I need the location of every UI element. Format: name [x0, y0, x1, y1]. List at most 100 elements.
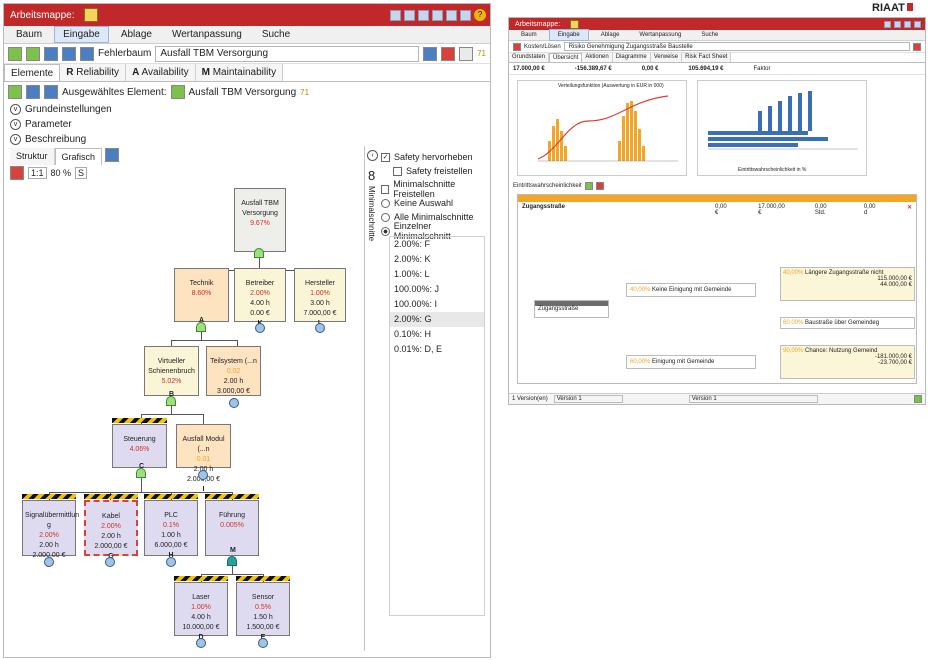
tab-grundstaten[interactable]: Grundstaten: [509, 53, 550, 62]
section-parameter[interactable]: v Parameter: [4, 117, 490, 132]
sensitivity-chart: Eintrittswahrscheinlichkeit in %: [697, 80, 867, 176]
chart-icon[interactable]: [584, 182, 593, 190]
outcome-node[interactable]: 40,00% Längere Zugangsstraße nicht 115.0…: [780, 267, 915, 301]
node-plc[interactable]: PLC 0.1% 1.00 h 6.000,00 € H: [144, 500, 198, 559]
status-bar: 1 Version(en) Version 1 Version 1: [509, 393, 925, 404]
window-btn[interactable]: [884, 20, 891, 28]
and-gate-icon: [227, 556, 237, 566]
safety-freistellen-checkbox[interactable]: Safety freistellen: [365, 164, 487, 178]
node-steuerung[interactable]: Steuerung 4.06%: [112, 424, 167, 468]
menu-wertanpassung[interactable]: Wertanpassung: [631, 30, 689, 40]
tab-grafisch[interactable]: Grafisch: [54, 148, 103, 165]
tree-icon-1[interactable]: [8, 46, 22, 61]
close-btn[interactable]: [460, 9, 471, 21]
delete-icon[interactable]: [441, 46, 456, 61]
node-technik[interactable]: Technik 8.60%: [174, 268, 229, 322]
node-laser[interactable]: Laser 1.00% 4.00 h 10.000,00 € D: [174, 582, 228, 641]
export-icon[interactable]: [105, 148, 120, 162]
node-hersteller[interactable]: Hersteller 1.00% 3.00 h 7.000,00 € L: [294, 268, 346, 327]
tab-elemente[interactable]: Elemente: [4, 64, 61, 81]
list-item[interactable]: 100.00%: I: [390, 297, 484, 312]
section-grundeinstellungen[interactable]: v Grundeinstellungen: [4, 102, 490, 117]
delete-icon[interactable]: [913, 42, 921, 51]
tab-struktur[interactable]: Struktur: [10, 148, 55, 165]
menu-suche[interactable]: Suche: [693, 30, 726, 40]
tab-risk-fact-sheet[interactable]: Risk Fact Sheet: [682, 53, 732, 62]
section-beschreibung[interactable]: v Beschreibung: [4, 132, 490, 147]
workbook-icon[interactable]: [570, 19, 580, 29]
risk-tabs: Grundstaten Übersicht Aktionen Diagramme…: [509, 53, 925, 63]
node-virtueller-schienenbruch[interactable]: Virtueller Schienenbruch 5.02%: [144, 346, 199, 396]
menu-baum[interactable]: Baum: [513, 30, 545, 40]
menu-suche[interactable]: Suche: [254, 27, 298, 42]
window-btn-1[interactable]: [390, 9, 401, 21]
tree-icon-3[interactable]: [44, 46, 58, 61]
close-btn[interactable]: [914, 20, 921, 28]
fehlerbaum-select[interactable]: Ausfall TBM Versorgung: [155, 45, 420, 62]
menu-ablage[interactable]: Ablage: [593, 30, 628, 40]
window-btn[interactable]: [894, 20, 901, 28]
list-item[interactable]: 2.00%: K: [390, 252, 484, 267]
tree-icon-2[interactable]: [26, 46, 40, 61]
zoom-s-btn[interactable]: S: [75, 167, 88, 179]
node-sensor[interactable]: Sensor 0.5% 1.50 h 1.500,00 € E: [236, 582, 290, 641]
tab-verweise[interactable]: Verweise: [650, 53, 683, 62]
tab-aktionen[interactable]: Aktionen: [582, 53, 613, 62]
workbook-icon[interactable]: [84, 8, 99, 22]
info-icon[interactable]: [459, 46, 474, 61]
risk-icon[interactable]: [513, 42, 521, 51]
or-gate-icon: [254, 248, 264, 258]
ereignis-node[interactable]: 40,00% Keine Einigung mit Gemeinde: [626, 283, 756, 297]
root-node[interactable]: Zugangsstraße: [534, 300, 609, 318]
cut-list: 2.00%: F 2.00%: K 1.00%: L 100.00%: J 10…: [389, 236, 485, 616]
tab-availability[interactable]: A Availability: [126, 64, 196, 81]
menu-eingabe[interactable]: Eingabe: [54, 26, 109, 43]
list-item[interactable]: 0.10%: H: [390, 327, 484, 342]
list-item[interactable]: 1.00%: L: [390, 267, 484, 282]
window-btn-2[interactable]: [404, 9, 415, 21]
add-icon[interactable]: [8, 85, 22, 99]
chart-icon[interactable]: [595, 182, 604, 190]
node-ausfall-modul[interactable]: Ausfall Modul (...n 0.01 2.00 h 2.000,00…: [176, 424, 231, 493]
tree-root-row: Zugangsstraße 0,00 € 17.000,00 € 0,00 St…: [522, 204, 912, 216]
node-betreiber[interactable]: Betreiber 2.00% 4.00 h 0.00 € K: [234, 268, 286, 327]
outcome-node[interactable]: 90,00% Chance: Nutzung Gemeind -181.000,…: [780, 345, 915, 379]
node-ausfall-tbm[interactable]: Ausfall TBM Versorgung 9.67%: [234, 188, 286, 252]
menu-wertanpassung[interactable]: Wertanpassung: [164, 27, 250, 42]
remove-icon[interactable]: [26, 85, 40, 99]
help-icon[interactable]: ?: [474, 9, 486, 21]
fit-icon[interactable]: [10, 166, 24, 180]
node-signaluebermittlung[interactable]: Signalübermittlun g 2.00% 2.00 h 2.000,0…: [22, 500, 79, 569]
close-icon[interactable]: ✕: [907, 204, 912, 216]
tab-reliability[interactable]: R Reliability: [60, 64, 127, 81]
window-btn[interactable]: [904, 20, 911, 28]
tab-maintainability[interactable]: M Maintainability: [195, 64, 284, 81]
safety-hervorheben-checkbox[interactable]: ✓ Safety hervorheben: [365, 150, 487, 164]
window-btn-3[interactable]: [418, 9, 429, 21]
ereignis-node[interactable]: 60,00% Einigung mit Gemeinde: [626, 355, 756, 369]
node-kabel[interactable]: Kabel 2.00% 2.00 h 2.000,00 € G: [84, 500, 138, 560]
menu-baum[interactable]: Baum: [8, 27, 50, 42]
min-freistellen-checkbox[interactable]: Minimalschnitte Freistellen: [365, 179, 487, 199]
list-item[interactable]: 100.00%: J: [390, 282, 484, 297]
confirm-icon[interactable]: [914, 395, 922, 403]
window-btn-4[interactable]: [432, 9, 443, 21]
list-item[interactable]: 0.01%: D, E: [390, 342, 484, 357]
risk-select[interactable]: Risiko Genehmigung Zugangsstraße Baustel…: [563, 42, 910, 51]
list-item-selected[interactable]: 2.00%: G: [390, 312, 484, 327]
edit-icon[interactable]: [423, 46, 438, 61]
dropdown-btn[interactable]: [446, 9, 457, 21]
zoom-value: 80 %: [50, 168, 72, 178]
zoom-ratio[interactable]: 1:1: [28, 167, 47, 179]
tab-diagramme[interactable]: Diagramme: [612, 53, 651, 62]
move-icon[interactable]: [44, 85, 58, 99]
node-teilsystem[interactable]: Teilsystem (...n 0.02 2.00 h 3.000,00 € …: [206, 346, 261, 405]
menu-ablage[interactable]: Ablage: [113, 27, 160, 42]
menu-eingabe[interactable]: Eingabe: [548, 29, 589, 41]
event-circle-icon: [44, 557, 54, 567]
tree-icon-5[interactable]: [80, 46, 94, 61]
tab-uebersicht[interactable]: Übersicht: [549, 53, 583, 62]
list-item[interactable]: 2.00%: F: [390, 237, 484, 252]
tree-icon-4[interactable]: [62, 46, 76, 61]
outcome-node[interactable]: 60,00% Baustraße über Gemeindeg: [780, 317, 915, 329]
